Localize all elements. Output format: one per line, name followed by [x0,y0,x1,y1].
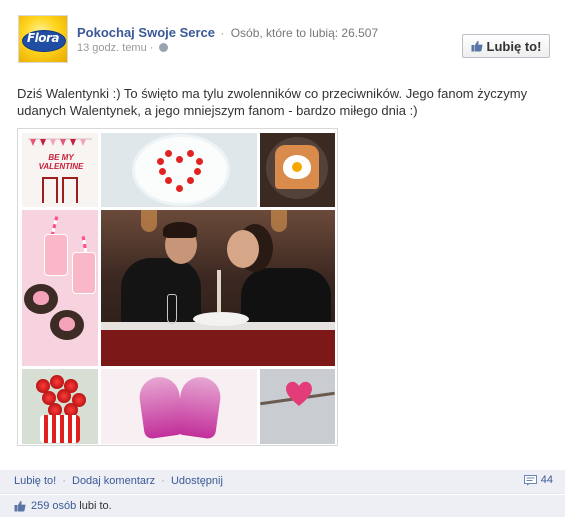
meta-separator: · [149,42,154,54]
photo-roses[interactable] [22,369,98,444]
woman-head [227,230,259,268]
photo-valentine-chairs[interactable]: BE MY VALENTINE [22,133,98,207]
strawberry [196,158,203,165]
thumbs-up-icon [14,500,26,512]
post-meta: 13 godz. temu · [77,42,168,54]
comments-count-link[interactable]: 44 [523,474,553,486]
pink-shoe [175,374,223,440]
facebook-post: Flora Pokochaj Swoje Serce · Osób, które… [0,0,565,517]
action-separator: · [161,475,165,487]
photo-pink-milk-cupcakes[interactable] [22,210,98,366]
photo-couple-dinner[interactable] [101,210,335,366]
fans-count: Osób, które to lubią: 26.507 [230,26,379,40]
comment-icon [523,474,537,486]
likes-suffix: lubi to. [79,500,112,512]
strawberry [165,177,172,184]
strawberry [159,168,166,175]
chair-right [62,177,78,203]
photo-strawberry-heart[interactable] [101,133,257,207]
photo-pink-shoes[interactable] [101,369,257,444]
strawberry [187,177,194,184]
table-cloth [101,328,335,366]
candle [217,270,221,312]
strawberry [194,168,201,175]
valentine-caption: BE MY VALENTINE [38,153,84,171]
heart-cupcake [24,284,58,314]
likes-summary-bar: 259 osób lubi to. [0,495,565,517]
post-header: Pokochaj Swoje Serce · Osób, które to lu… [77,25,378,40]
likes-count-link[interactable]: 259 osób [31,500,76,512]
strawberry [187,150,194,157]
like-post-link[interactable]: Lubię to! [14,475,56,487]
page-name-link[interactable]: Pokochaj Swoje Serce [77,25,215,40]
toast-slice [275,145,319,189]
strawberry [176,156,183,163]
like-page-button[interactable]: Lubię to! [462,34,550,58]
lamp [141,210,157,232]
dinner-plate [193,312,249,326]
strawberry [165,150,172,157]
heart-cupcake [50,310,84,340]
bunting-decoration [28,138,92,146]
post-timestamp[interactable]: 13 godz. temu [77,42,147,54]
likes-summary: 259 osób lubi to. [14,500,112,512]
post-message: Dziś Walentynki :) To święto ma tylu zwo… [17,86,528,118]
comments-count: 44 [540,474,553,486]
cupcake-heart [59,317,75,331]
post-actions-bar: Lubię to! · Dodaj komentarz · Udostępnij… [0,470,565,494]
like-page-button-label: Lubię to! [486,38,542,54]
striped-vase [40,415,80,443]
rose [50,375,64,389]
rose [57,389,71,403]
logo-text: Flora [26,31,60,45]
action-separator: · [62,475,66,487]
post-actions: Lubię to! · Dodaj komentarz · Udostępnij [14,475,223,487]
man-hair [163,222,197,238]
header-separator: · [220,26,225,40]
page-avatar-logo[interactable]: Flora [18,15,68,63]
strawberry [176,185,183,192]
cupcake-heart [33,291,49,305]
thumbs-up-icon [471,40,483,52]
add-comment-link[interactable]: Dodaj komentarz [72,475,155,487]
globe-icon [158,43,168,52]
milk-jar [72,252,96,294]
lamp [271,210,287,232]
chair-left [42,177,58,203]
share-link[interactable]: Udostępnij [171,475,223,487]
photo-collage[interactable]: BE MY VALENTINE [17,128,338,446]
egg-yolk [292,162,302,172]
heart-egg [283,155,311,179]
milk-jar [44,234,68,276]
photo-heart-egg-toast[interactable] [260,133,335,207]
white-plate [135,137,227,203]
photo-heart-tree[interactable] [260,369,335,444]
heart-icon [286,381,312,406]
strawberry [157,158,164,165]
wine-glass [167,294,177,324]
